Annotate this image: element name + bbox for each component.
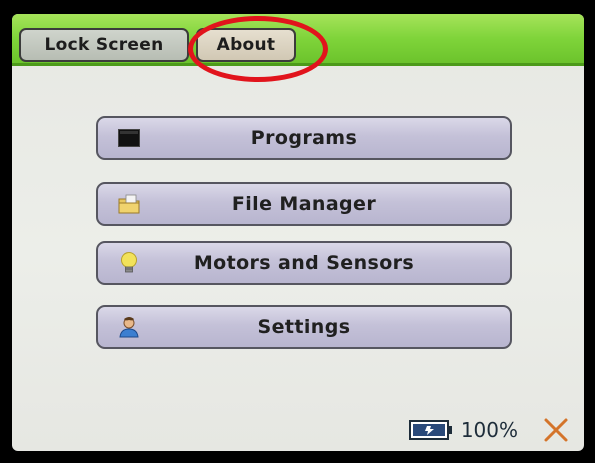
tab-about-label: About (216, 35, 276, 55)
settings-button[interactable]: Settings (96, 305, 512, 349)
file-manager-label: File Manager (231, 193, 377, 215)
close-icon[interactable] (542, 416, 570, 444)
file-manager-button[interactable]: File Manager (96, 182, 512, 226)
programs-button[interactable]: Programs (96, 116, 512, 160)
motors-and-sensors-label: Motors and Sensors (193, 252, 415, 274)
device-screen: Lock Screen About Programs File Manager (12, 14, 584, 451)
motors-and-sensors-button[interactable]: Motors and Sensors (96, 241, 512, 285)
tab-lock-screen[interactable]: Lock Screen (19, 28, 189, 62)
status-bar: 100% (408, 415, 570, 445)
tab-lock-screen-label: Lock Screen (44, 35, 164, 55)
tab-about[interactable]: About (196, 28, 296, 62)
battery-percentage: 100% (460, 418, 518, 442)
settings-label: Settings (257, 316, 351, 338)
programs-label: Programs (250, 127, 358, 149)
battery-icon (408, 420, 453, 440)
